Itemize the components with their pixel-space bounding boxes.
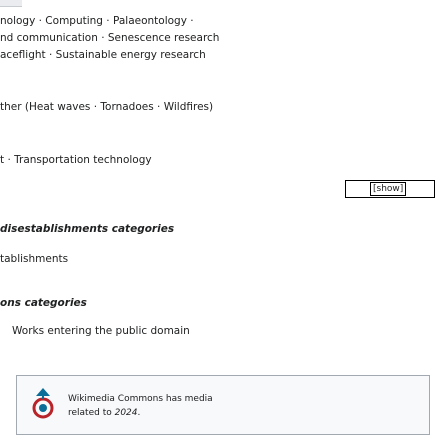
commons-text[interactable]: Wikimedia Commons has media related to 2… <box>68 392 213 420</box>
wikimedia-commons-icon <box>32 388 54 419</box>
show-toggle-link[interactable]: [show] <box>370 182 407 196</box>
topic-line-3[interactable]: aceflight · Sustainable energy research <box>0 48 206 62</box>
weather-line[interactable]: ther (Heat waves · Tornadoes · Wildfires… <box>0 100 213 114</box>
commons-line-2: related to 2024. <box>68 408 141 418</box>
commons-line-1: Wikimedia Commons has media <box>68 394 213 404</box>
public-domain-link[interactable]: Works entering the public domain <box>12 324 190 338</box>
top-edge-tab <box>0 0 22 7</box>
works-heading: ons categories <box>0 297 87 309</box>
topic-line-2[interactable]: nd communication · Senescence research <box>0 31 219 45</box>
disestablishments-link[interactable]: tablishments <box>0 252 68 266</box>
transport-line[interactable]: t · Transportation technology <box>0 153 152 167</box>
disestablishments-heading: disestablishments categories <box>0 223 175 235</box>
topic-line-1[interactable]: nology · Computing · Palaeontology · <box>0 14 194 28</box>
